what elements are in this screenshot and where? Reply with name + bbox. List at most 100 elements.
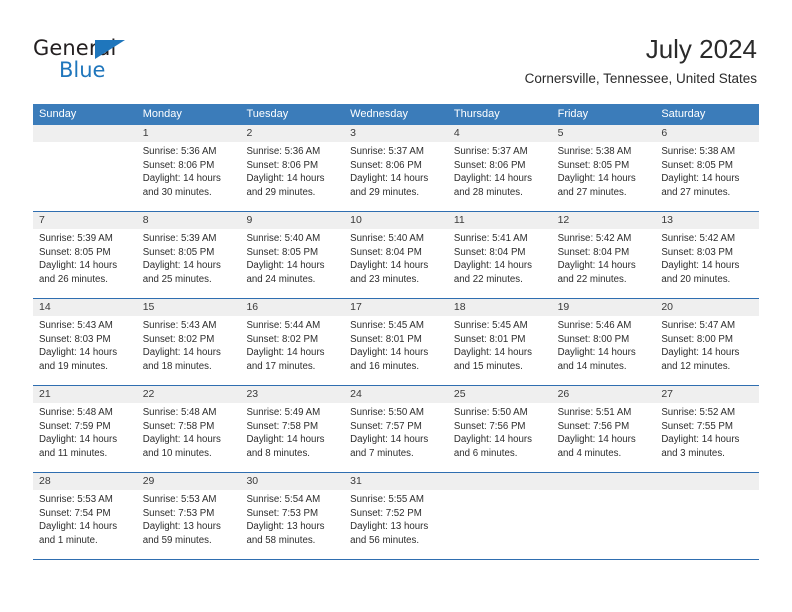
day-number-31[interactable]: 31	[344, 473, 448, 490]
day-cell-17[interactable]: Sunrise: 5:45 AM Sunset: 8:01 PM Daylight:…	[344, 316, 448, 385]
calendar-page: General Blue July 2024 Cornersville, Ten…	[0, 0, 792, 612]
day-cell-25[interactable]: Sunrise: 5:50 AM Sunset: 7:56 PM Daylight:…	[448, 403, 552, 472]
week-content-row: Sunrise: 5:53 AM Sunset: 7:54 PM Daylight:…	[33, 490, 759, 559]
day-detail-line: Sunrise: 5:44 AM	[246, 320, 321, 331]
day-number-30[interactable]: 30	[240, 473, 344, 490]
day-cell-27[interactable]: Sunrise: 5:52 AM Sunset: 7:55 PM Daylight:…	[655, 403, 759, 472]
calendar-week-row: 21 22 23 24 25 26 27 Sunrise: 5:48 AM Sunset: 7:…	[33, 386, 759, 473]
day-number-26[interactable]: 26	[552, 386, 656, 403]
general-blue-logo[interactable]: General Blue	[33, 36, 233, 86]
day-cell-empty	[448, 490, 552, 559]
day-number-5[interactable]: 5	[552, 125, 656, 142]
day-detail-line: Sunrise: 5:54 AM	[246, 494, 321, 505]
day-number-9[interactable]: 9	[240, 212, 344, 229]
day-detail-line: Daylight: 14 hours	[142, 260, 221, 272]
day-number-21[interactable]: 21	[33, 386, 137, 403]
day-cell-5[interactable]: Sunrise: 5:38 AM Sunset: 8:05 PM Daylight:…	[552, 142, 656, 211]
day-number-24[interactable]: 24	[344, 386, 448, 403]
day-number-2[interactable]: 2	[240, 125, 344, 142]
day-detail-line: Sunrise: 5:42 AM	[557, 233, 632, 244]
day-detail-line: Sunrise: 5:36 AM	[142, 146, 217, 157]
day-number-14[interactable]: 14	[33, 299, 137, 316]
day-number-18[interactable]: 18	[448, 299, 552, 316]
day-cell-13[interactable]: Sunrise: 5:42 AM Sunset: 8:03 PM Daylight:…	[655, 229, 759, 298]
day-cell-23[interactable]: Sunrise: 5:49 AM Sunset: 7:58 PM Daylight:…	[240, 403, 344, 472]
day-cell-18[interactable]: Sunrise: 5:45 AM Sunset: 8:01 PM Daylight:…	[448, 316, 552, 385]
day-cell-4[interactable]: Sunrise: 5:37 AM Sunset: 8:06 PM Daylight:…	[448, 142, 552, 211]
day-cell-15[interactable]: Sunrise: 5:43 AM Sunset: 8:02 PM Daylight:…	[137, 316, 241, 385]
week-daynumber-band: 123456	[33, 125, 759, 142]
day-detail-line: Sunrise: 5:50 AM	[453, 407, 528, 418]
day-number-13[interactable]: 13	[655, 212, 759, 229]
day-number-4[interactable]: 4	[448, 125, 552, 142]
day-detail-line: Daylight: 14 hours	[142, 434, 221, 446]
day-cell-19[interactable]: Sunrise: 5:46 AM Sunset: 8:00 PM Daylight:…	[552, 316, 656, 385]
day-cell-20[interactable]: Sunrise: 5:47 AM Sunset: 8:00 PM Daylight:…	[655, 316, 759, 385]
day-number-1[interactable]: 1	[137, 125, 241, 142]
day-detail-line: Sunrise: 5:46 AM	[557, 320, 632, 331]
day-number-28[interactable]: 28	[33, 473, 137, 490]
day-cell-22[interactable]: Sunrise: 5:48 AM Sunset: 7:58 PM Daylight:…	[137, 403, 241, 472]
day-detail-line: and 14 minutes.	[557, 360, 627, 372]
day-cell-1[interactable]: Sunrise: 5:36 AM Sunset: 8:06 PM Daylight:…	[137, 142, 241, 211]
day-detail-line: Sunrise: 5:37 AM	[350, 146, 424, 157]
day-number-6[interactable]: 6	[655, 125, 759, 142]
week-daynumber-band: 21 22 23 24 25 26 27	[33, 386, 759, 403]
day-detail-line: Sunrise: 5:39 AM	[142, 233, 217, 244]
day-cell-7[interactable]: Sunrise: 5:39 AM Sunset: 8:05 PM Daylight:…	[33, 229, 137, 298]
day-number-19[interactable]: 19	[552, 299, 656, 316]
page-header: General Blue July 2024 Cornersville, Ten…	[0, 0, 792, 103]
day-cell-31[interactable]: Sunrise: 5:55 AM Sunset: 7:52 PM Daylight:…	[344, 490, 448, 559]
day-number-27[interactable]: 27	[655, 386, 759, 403]
day-number-10[interactable]: 10	[344, 212, 448, 229]
day-detail-line: Daylight: 14 hours	[661, 260, 740, 272]
day-detail-line: Daylight: 14 hours	[453, 260, 532, 272]
day-number-16[interactable]: 16	[240, 299, 344, 316]
day-cell-11[interactable]: Sunrise: 5:41 AM Sunset: 8:04 PM Daylight:…	[448, 229, 552, 298]
day-number-empty	[655, 473, 759, 490]
day-detail-line: Daylight: 14 hours	[557, 260, 636, 272]
day-detail-line: Sunrise: 5:41 AM	[453, 233, 528, 244]
day-cell-24[interactable]: Sunrise: 5:50 AM Sunset: 7:57 PM Daylight:…	[344, 403, 448, 472]
day-cell-16[interactable]: Sunrise: 5:44 AM Sunset: 8:02 PM Daylight:…	[240, 316, 344, 385]
day-detail-line: and 29 minutes.	[350, 186, 420, 198]
day-detail-line: Sunset: 8:06 PM	[453, 159, 526, 171]
day-cell-2[interactable]: Sunrise: 5:36 AM Sunset: 8:06 PM Daylight:…	[240, 142, 344, 211]
day-detail-line: Sunrise: 5:37 AM	[453, 146, 528, 157]
day-detail-line: and 27 minutes.	[557, 186, 627, 198]
day-cell-26[interactable]: Sunrise: 5:51 AM Sunset: 7:56 PM Daylight:…	[552, 403, 656, 472]
day-number-17[interactable]: 17	[344, 299, 448, 316]
day-cell-28[interactable]: Sunrise: 5:53 AM Sunset: 7:54 PM Daylight:…	[33, 490, 137, 559]
day-number-25[interactable]: 25	[448, 386, 552, 403]
day-cell-12[interactable]: Sunrise: 5:42 AM Sunset: 8:04 PM Daylight:…	[552, 229, 656, 298]
page-title: July 2024	[645, 34, 757, 64]
day-cell-30[interactable]: Sunrise: 5:54 AM Sunset: 7:53 PM Daylight:…	[240, 490, 344, 559]
day-number-29[interactable]: 29	[137, 473, 241, 490]
day-number-15[interactable]: 15	[137, 299, 241, 316]
day-number-8[interactable]: 8	[137, 212, 241, 229]
day-cell-29[interactable]: Sunrise: 5:53 AM Sunset: 7:53 PM Daylight:…	[137, 490, 241, 559]
day-cell-9[interactable]: Sunrise: 5:40 AM Sunset: 8:05 PM Daylight:…	[240, 229, 344, 298]
day-number-3[interactable]: 3	[344, 125, 448, 142]
day-number-11[interactable]: 11	[448, 212, 552, 229]
day-detail-line: Sunrise: 5:38 AM	[557, 146, 632, 157]
day-cell-14[interactable]: Sunrise: 5:43 AM Sunset: 8:03 PM Daylight:…	[33, 316, 137, 385]
day-number-22[interactable]: 22	[137, 386, 241, 403]
weekday-header-saturday: Saturday	[661, 108, 706, 120]
day-cell-21[interactable]: Sunrise: 5:48 AM Sunset: 7:59 PM Daylight:…	[33, 403, 137, 472]
day-detail-line: Sunset: 8:05 PM	[557, 159, 630, 171]
day-cell-8[interactable]: Sunrise: 5:39 AM Sunset: 8:05 PM Daylight:…	[137, 229, 241, 298]
day-number-empty	[33, 125, 137, 142]
day-number-7[interactable]: 7	[33, 212, 137, 229]
day-detail-line: and 4 minutes.	[557, 447, 622, 459]
day-cell-6[interactable]: Sunrise: 5:38 AM Sunset: 8:05 PM Daylight:…	[655, 142, 759, 211]
day-detail-line: Sunset: 8:00 PM	[557, 333, 630, 345]
day-cell-10[interactable]: Sunrise: 5:40 AM Sunset: 8:04 PM Daylight:…	[344, 229, 448, 298]
weekday-header-friday: Friday	[557, 108, 589, 120]
day-detail-line: Daylight: 14 hours	[39, 521, 118, 533]
day-cell-3[interactable]: Sunrise: 5:37 AM Sunset: 8:06 PM Daylight:…	[344, 142, 448, 211]
day-number-23[interactable]: 23	[240, 386, 344, 403]
day-number-12[interactable]: 12	[552, 212, 656, 229]
day-number-empty	[448, 473, 552, 490]
day-number-20[interactable]: 20	[655, 299, 759, 316]
